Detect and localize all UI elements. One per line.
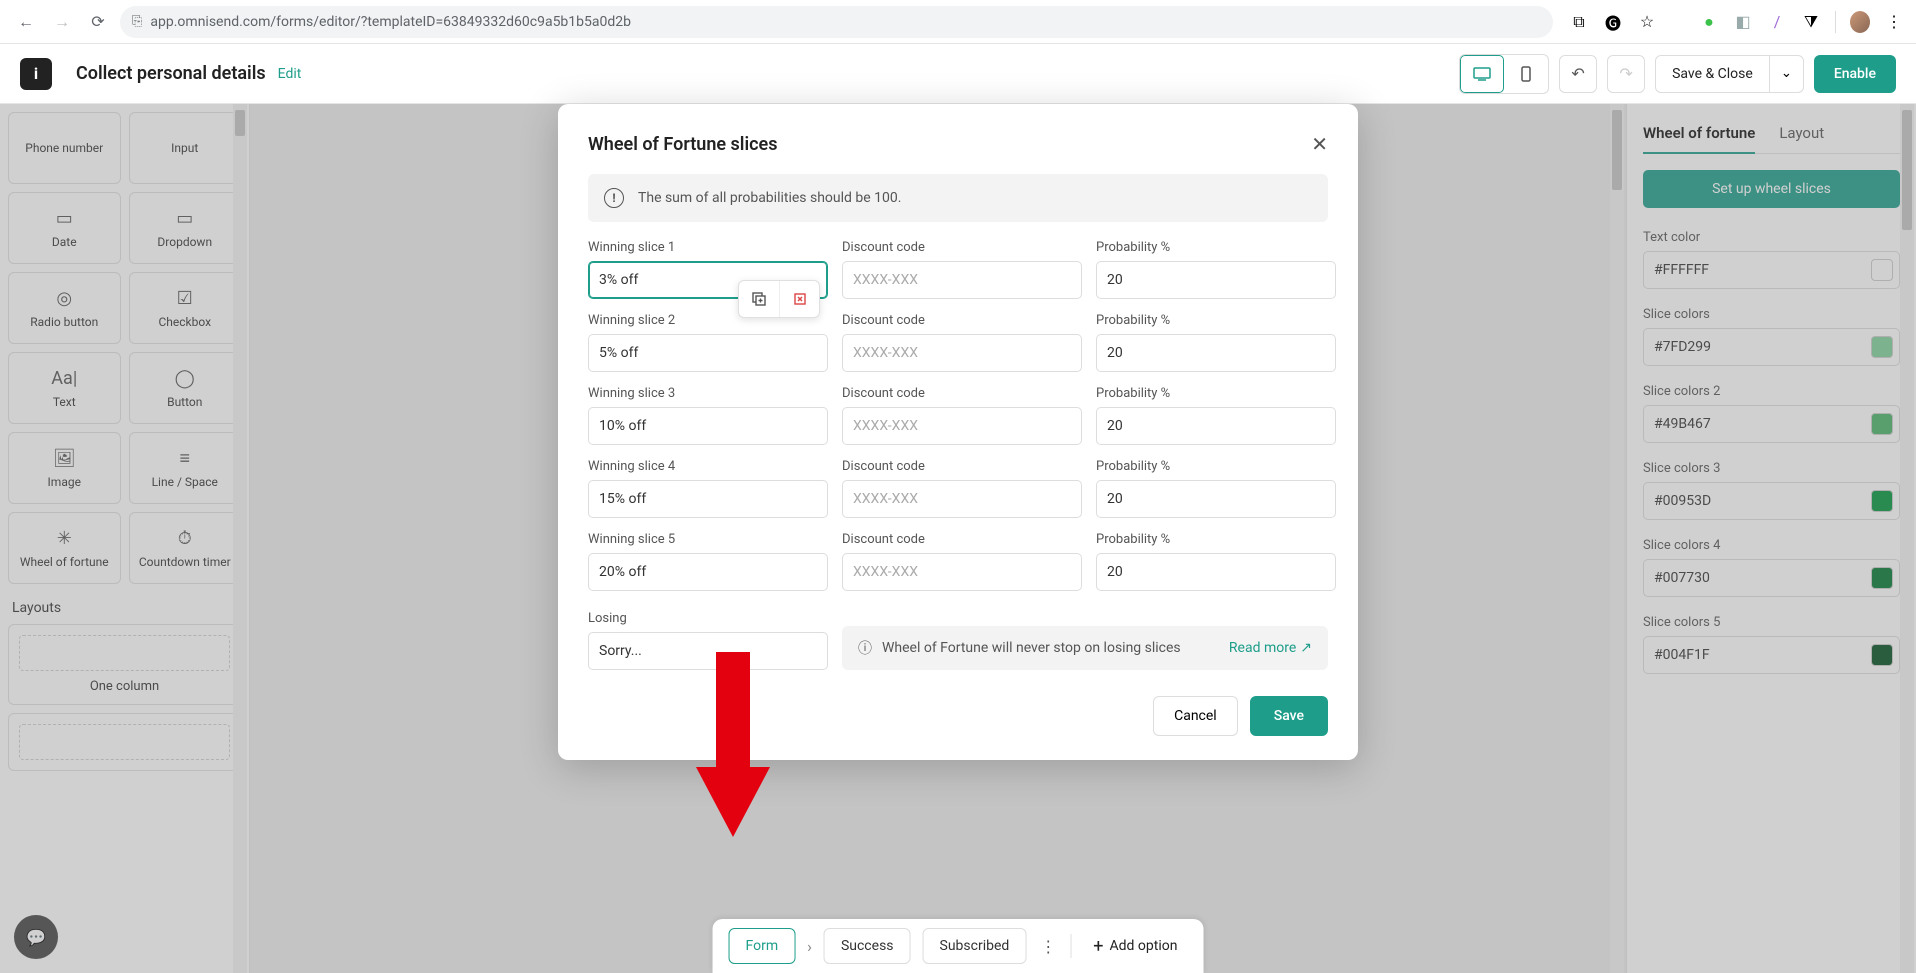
probability-input[interactable] <box>1096 334 1336 372</box>
plus-icon: + <box>1093 936 1103 957</box>
discount-code-input[interactable] <box>842 553 1082 591</box>
chevron-right-icon: › <box>807 937 812 956</box>
app-header: i Collect personal details Edit ↶ ↷ Save… <box>0 44 1916 104</box>
step-form[interactable]: Form <box>729 928 796 964</box>
discount-label: Discount code <box>842 386 1082 401</box>
losing-note: ⓘ Wheel of Fortune will never stop on lo… <box>842 626 1328 670</box>
delete-icon[interactable] <box>779 281 819 317</box>
back-button[interactable]: ← <box>12 8 40 36</box>
extensions-icon[interactable]: ⧩ <box>1801 12 1821 32</box>
read-more-label: Read more <box>1229 640 1296 656</box>
divider <box>1070 934 1071 958</box>
probability-label: Probability % <box>1096 459 1336 474</box>
ext-purple-icon[interactable]: / <box>1767 12 1787 32</box>
add-option-label: Add option <box>1110 938 1178 954</box>
install-icon[interactable]: ⧉ <box>1569 12 1589 32</box>
step-more-menu[interactable]: ⋮ <box>1038 937 1058 956</box>
save-close-caret[interactable]: ⌄ <box>1770 55 1804 93</box>
probability-input[interactable] <box>1096 553 1336 591</box>
desktop-preview-button[interactable] <box>1460 55 1504 93</box>
external-link-icon: ↗ <box>1300 640 1312 656</box>
save-button[interactable]: Save <box>1250 696 1328 736</box>
bookmark-star-icon[interactable]: ☆ <box>1637 12 1657 32</box>
discount-code-input[interactable] <box>842 480 1082 518</box>
mobile-preview-button[interactable] <box>1504 55 1548 93</box>
app-logo[interactable]: i <box>20 58 52 90</box>
discount-label: Discount code <box>842 240 1082 255</box>
probability-label: Probability % <box>1096 386 1336 401</box>
reload-button[interactable]: ⟳ <box>84 8 112 36</box>
slice-name-label: Winning slice 5 <box>588 532 828 547</box>
probability-label: Probability % <box>1096 532 1336 547</box>
ext-green-icon[interactable]: ● <box>1699 12 1719 32</box>
translate-icon[interactable]: 🅖 <box>1603 12 1623 32</box>
discount-code-input[interactable] <box>842 261 1082 299</box>
discount-label: Discount code <box>842 459 1082 474</box>
slice-name-label: Winning slice 4 <box>588 459 828 474</box>
add-option-button[interactable]: + Add option <box>1083 936 1187 957</box>
row-action-toolbar <box>738 280 820 318</box>
redo-button[interactable]: ↷ <box>1607 55 1645 93</box>
undo-button[interactable]: ↶ <box>1559 55 1597 93</box>
profile-avatar[interactable] <box>1850 12 1870 32</box>
edit-link[interactable]: Edit <box>278 66 302 82</box>
slice-name-input[interactable] <box>588 407 828 445</box>
discount-label: Discount code <box>842 532 1082 547</box>
info-text: The sum of all probabilities should be 1… <box>638 190 901 206</box>
probability-label: Probability % <box>1096 240 1336 255</box>
wheel-slices-modal: Wheel of Fortune slices ✕ ! The sum of a… <box>558 104 1358 760</box>
probability-input[interactable] <box>1096 407 1336 445</box>
step-success[interactable]: Success <box>824 928 911 964</box>
info-icon: ⓘ <box>858 638 872 658</box>
ext-evernote-icon[interactable]: ◧ <box>1733 12 1753 32</box>
workspace: Phone number Input ▭Date ▭Dropdown ◎Radi… <box>0 104 1916 973</box>
forward-button[interactable]: → <box>48 8 76 36</box>
discount-code-input[interactable] <box>842 407 1082 445</box>
modal-close-button[interactable]: ✕ <box>1311 132 1328 156</box>
save-close-button[interactable]: Save & Close <box>1655 55 1770 93</box>
enable-button[interactable]: Enable <box>1814 55 1896 93</box>
slice-name-label: Winning slice 1 <box>588 240 828 255</box>
form-steps-bar: Form › Success Subscribed ⋮ + Add option <box>713 919 1204 973</box>
page-title: Collect personal details <box>76 63 266 84</box>
probability-input[interactable] <box>1096 480 1336 518</box>
step-subscribed[interactable]: Subscribed <box>923 928 1027 964</box>
cancel-button[interactable]: Cancel <box>1153 696 1238 736</box>
read-more-link[interactable]: Read more ↗ <box>1229 640 1312 656</box>
url-text: app.omnisend.com/forms/editor/?templateI… <box>150 14 631 30</box>
modal-title: Wheel of Fortune slices <box>588 134 777 155</box>
duplicate-icon[interactable] <box>739 281 779 317</box>
probability-label: Probability % <box>1096 313 1336 328</box>
losing-label: Losing <box>588 611 828 626</box>
slice-name-input[interactable] <box>588 334 828 372</box>
slice-name-input[interactable] <box>588 480 828 518</box>
losing-note-text: Wheel of Fortune will never stop on losi… <box>882 640 1181 656</box>
site-info-icon[interactable]: ⎘ <box>132 14 142 29</box>
info-banner: ! The sum of all probabilities should be… <box>588 174 1328 222</box>
discount-label: Discount code <box>842 313 1082 328</box>
discount-code-input[interactable] <box>842 334 1082 372</box>
slice-name-label: Winning slice 3 <box>588 386 828 401</box>
browser-toolbar: ← → ⟳ ⎘ app.omnisend.com/forms/editor/?t… <box>0 0 1916 44</box>
warning-icon: ! <box>604 188 624 208</box>
losing-input[interactable] <box>588 632 828 670</box>
slice-name-input[interactable] <box>588 553 828 591</box>
device-preview-group <box>1459 54 1549 94</box>
browser-menu-icon[interactable]: ⋮ <box>1884 12 1904 32</box>
probability-input[interactable] <box>1096 261 1336 299</box>
url-bar[interactable]: ⎘ app.omnisend.com/forms/editor/?templat… <box>120 6 1553 38</box>
